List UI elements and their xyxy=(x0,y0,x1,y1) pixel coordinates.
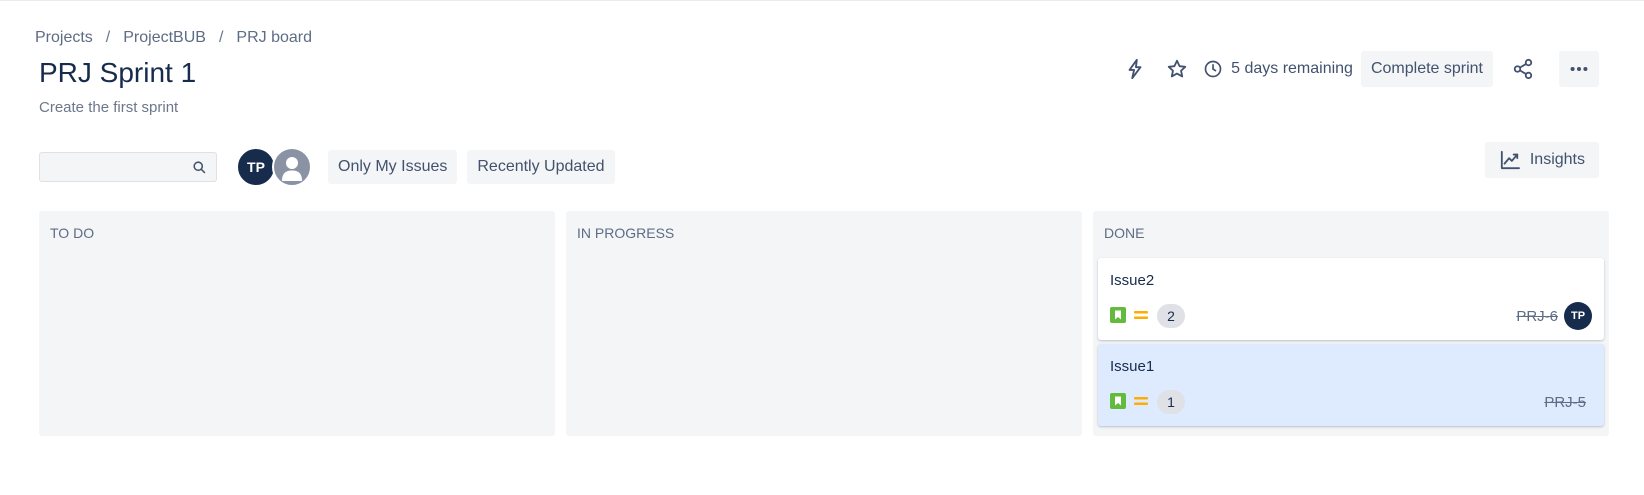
card-summary: Issue2 xyxy=(1110,272,1155,289)
issue-key[interactable]: PRJ-5 xyxy=(1544,394,1586,411)
issue-key[interactable]: PRJ-6 xyxy=(1516,308,1558,325)
header-actions: 5 days remaining Complete sprint xyxy=(1117,51,1599,87)
column-done: DONE Issue2 2 PRJ-6 TP Issue1 1 PRJ-5 xyxy=(1093,211,1609,436)
breadcrumb-board[interactable]: PRJ board xyxy=(236,29,312,47)
column-header: IN PROGRESS xyxy=(577,225,675,241)
issue-card[interactable]: Issue1 1 PRJ-5 xyxy=(1098,344,1604,426)
priority-medium-icon xyxy=(1134,311,1148,319)
breadcrumb-projects[interactable]: Projects xyxy=(35,29,93,47)
share-button[interactable] xyxy=(1505,51,1541,87)
person-icon xyxy=(282,157,302,181)
time-remaining-label: 5 days remaining xyxy=(1231,60,1353,77)
search-icon xyxy=(193,161,206,174)
breadcrumb-project[interactable]: ProjectBUB xyxy=(123,29,206,47)
automation-button[interactable] xyxy=(1117,51,1153,87)
breadcrumb: Projects / ProjectBUB / PRJ board xyxy=(35,29,312,47)
clock-icon xyxy=(1204,60,1222,78)
card-summary: Issue1 xyxy=(1110,358,1155,375)
avatar[interactable]: TP xyxy=(236,147,276,187)
star-icon xyxy=(1167,59,1187,78)
more-actions-button[interactable] xyxy=(1559,51,1599,87)
lightning-icon xyxy=(1128,58,1142,80)
board-toolbar: TP Only My Issues Recently Updated xyxy=(39,147,615,187)
column-header: DONE xyxy=(1104,225,1145,241)
page-title: PRJ Sprint 1 xyxy=(39,57,197,88)
story-icon xyxy=(1110,307,1126,323)
search-box xyxy=(39,152,217,182)
top-divider xyxy=(0,0,1644,1)
more-icon xyxy=(1570,66,1588,72)
breadcrumb-separator: / xyxy=(105,29,111,46)
avatar[interactable]: TP xyxy=(1564,302,1592,330)
complete-sprint-button[interactable]: Complete sprint xyxy=(1360,51,1493,87)
only-my-issues-filter[interactable]: Only My Issues xyxy=(328,150,458,184)
share-icon xyxy=(1513,58,1533,80)
search-input[interactable] xyxy=(40,153,206,181)
insights-button[interactable]: Insights xyxy=(1484,142,1599,178)
time-remaining: 5 days remaining xyxy=(1203,59,1353,79)
story-icon xyxy=(1110,393,1126,409)
assignee-filter: TP xyxy=(236,147,312,187)
unassigned-avatar[interactable] xyxy=(272,147,312,187)
star-button[interactable] xyxy=(1159,51,1195,87)
board: TO DO IN PROGRESS DONE Issue2 2 PRJ-6 TP… xyxy=(39,211,1609,436)
breadcrumb-separator: / xyxy=(218,29,224,46)
story-points-badge: 2 xyxy=(1157,304,1185,328)
chart-trend-icon xyxy=(1500,150,1520,170)
priority-medium-icon xyxy=(1134,397,1148,405)
column-todo: TO DO xyxy=(39,211,555,436)
sprint-goal: Create the first sprint xyxy=(39,99,179,116)
column-in-progress: IN PROGRESS xyxy=(566,211,1082,436)
column-header: TO DO xyxy=(50,225,95,241)
story-points-badge: 1 xyxy=(1157,390,1185,414)
insights-label: Insights xyxy=(1529,151,1585,168)
recently-updated-filter[interactable]: Recently Updated xyxy=(467,150,615,184)
issue-card[interactable]: Issue2 2 PRJ-6 TP xyxy=(1098,258,1604,340)
